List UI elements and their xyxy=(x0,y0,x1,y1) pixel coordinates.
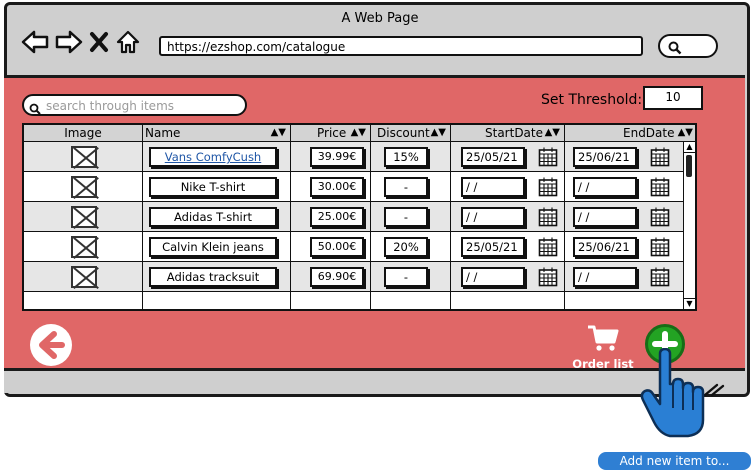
calendar-icon[interactable] xyxy=(538,177,558,197)
back-arrow-icon[interactable] xyxy=(21,30,49,58)
sort-icon[interactable]: ▲▼ xyxy=(431,125,446,141)
sort-icon[interactable]: ▲▼ xyxy=(545,125,560,141)
search-icon xyxy=(668,40,682,59)
calendar-icon[interactable] xyxy=(650,267,670,287)
column-header-image: Image xyxy=(64,126,102,140)
item-discount[interactable]: 20% xyxy=(384,237,428,257)
column-header-enddate[interactable]: EndDate ▲▼ xyxy=(564,125,695,141)
search-icon xyxy=(29,100,41,119)
browser-nav xyxy=(21,29,141,59)
resize-grip-icon[interactable] xyxy=(703,383,725,397)
calendar-icon[interactable] xyxy=(538,147,558,167)
tooltip: Add new item to... xyxy=(598,452,751,470)
end-date-field[interactable]: / / xyxy=(573,207,637,227)
item-price[interactable]: 69.90€ xyxy=(310,267,364,287)
table-row: Adidas tracksuit 69.90€ - / / / / xyxy=(24,262,695,292)
column-header-startdate[interactable]: StartDate ▲▼ xyxy=(450,125,564,141)
items-table: Image Name ▲▼ Price ▲▼ Discount ▲▼ StartDat… xyxy=(22,123,697,311)
table-scrollbar[interactable]: ▲ ▼ xyxy=(683,142,695,309)
table-row: Vans ComfyCush 39.99€ 15% 25/05/21 25/06… xyxy=(24,142,695,172)
sort-icon[interactable]: ▲▼ xyxy=(678,125,693,141)
table-row: Nike T-shirt 30.00€ - / / / / xyxy=(24,172,695,202)
item-discount[interactable]: 15% xyxy=(384,147,428,167)
start-date-field[interactable]: / / xyxy=(461,267,525,287)
item-name-link[interactable]: Vans ComfyCush xyxy=(149,147,277,167)
image-placeholder-icon xyxy=(71,176,97,198)
start-date-field[interactable]: 25/05/21 xyxy=(461,237,525,257)
url-bar[interactable]: https://ezshop.com/catalogue xyxy=(159,36,643,56)
browser-search-field[interactable] xyxy=(658,34,718,58)
hand-cursor-icon xyxy=(640,348,705,438)
order-list-button[interactable]: Order list xyxy=(572,324,634,371)
sort-icon[interactable]: ▲▼ xyxy=(271,125,286,141)
item-name-button[interactable]: Calvin Klein jeans xyxy=(149,237,277,257)
calendar-icon[interactable] xyxy=(650,237,670,257)
scroll-thumb[interactable] xyxy=(686,155,692,177)
start-date-field[interactable]: / / xyxy=(461,207,525,227)
sort-icon[interactable]: ▲▼ xyxy=(351,125,366,141)
calendar-icon[interactable] xyxy=(650,177,670,197)
table-header: Image Name ▲▼ Price ▲▼ Discount ▲▼ StartDat… xyxy=(24,125,695,142)
back-arrow-icon xyxy=(39,331,65,359)
item-discount[interactable]: - xyxy=(384,207,428,227)
table-row-empty xyxy=(24,292,695,309)
image-placeholder-icon xyxy=(71,206,97,228)
calendar-icon[interactable] xyxy=(650,207,670,227)
item-price[interactable]: 50.00€ xyxy=(310,237,364,257)
calendar-icon[interactable] xyxy=(538,207,558,227)
item-price[interactable]: 39.99€ xyxy=(310,147,364,167)
column-header-discount[interactable]: Discount ▲▼ xyxy=(370,125,450,141)
item-price[interactable]: 25.00€ xyxy=(310,207,364,227)
threshold-label: Set Threshold: xyxy=(541,92,643,108)
end-date-field[interactable]: / / xyxy=(573,177,637,197)
scroll-down-icon[interactable]: ▼ xyxy=(684,298,695,309)
forward-arrow-icon[interactable] xyxy=(55,30,83,58)
item-discount[interactable]: - xyxy=(384,177,428,197)
end-date-field[interactable]: 25/06/21 xyxy=(573,237,637,257)
image-placeholder-icon xyxy=(71,146,97,168)
calendar-icon[interactable] xyxy=(538,267,558,287)
scroll-up-icon[interactable]: ▲ xyxy=(684,142,695,153)
item-name-button[interactable]: Nike T-shirt xyxy=(149,177,277,197)
item-discount[interactable]: - xyxy=(384,267,428,287)
calendar-icon[interactable] xyxy=(538,237,558,257)
item-price[interactable]: 30.00€ xyxy=(310,177,364,197)
table-row: Calvin Klein jeans 50.00€ 20% 25/05/21 2… xyxy=(24,232,695,262)
column-header-name[interactable]: Name ▲▼ xyxy=(142,125,290,141)
calendar-icon[interactable] xyxy=(650,147,670,167)
home-icon[interactable] xyxy=(115,29,141,59)
column-header-price[interactable]: Price ▲▼ xyxy=(290,125,370,141)
back-button[interactable] xyxy=(30,324,72,366)
threshold-input[interactable]: 10 xyxy=(643,86,703,110)
item-name-button[interactable]: Adidas T-shirt xyxy=(149,207,277,227)
window-title: A Web Page xyxy=(341,11,419,26)
table-row: Adidas T-shirt 25.00€ - / / / / xyxy=(24,202,695,232)
item-name-button[interactable]: Adidas tracksuit xyxy=(149,267,277,287)
image-placeholder-icon xyxy=(71,236,97,258)
order-list-label: Order list xyxy=(572,357,634,371)
close-icon[interactable] xyxy=(89,31,109,57)
shopping-cart-icon xyxy=(588,325,619,351)
content-area: Set Threshold: 10 Image Name▲▼ Price▲▼ D… xyxy=(4,75,745,371)
end-date-field[interactable]: / / xyxy=(573,267,637,287)
status-bar xyxy=(4,371,745,393)
start-date-field[interactable]: / / xyxy=(461,177,525,197)
end-date-field[interactable]: 25/06/21 xyxy=(573,147,637,167)
image-placeholder-icon xyxy=(71,266,97,288)
start-date-field[interactable]: 25/05/21 xyxy=(461,147,525,167)
item-search-field[interactable] xyxy=(22,94,247,116)
item-search-input[interactable] xyxy=(44,97,238,115)
